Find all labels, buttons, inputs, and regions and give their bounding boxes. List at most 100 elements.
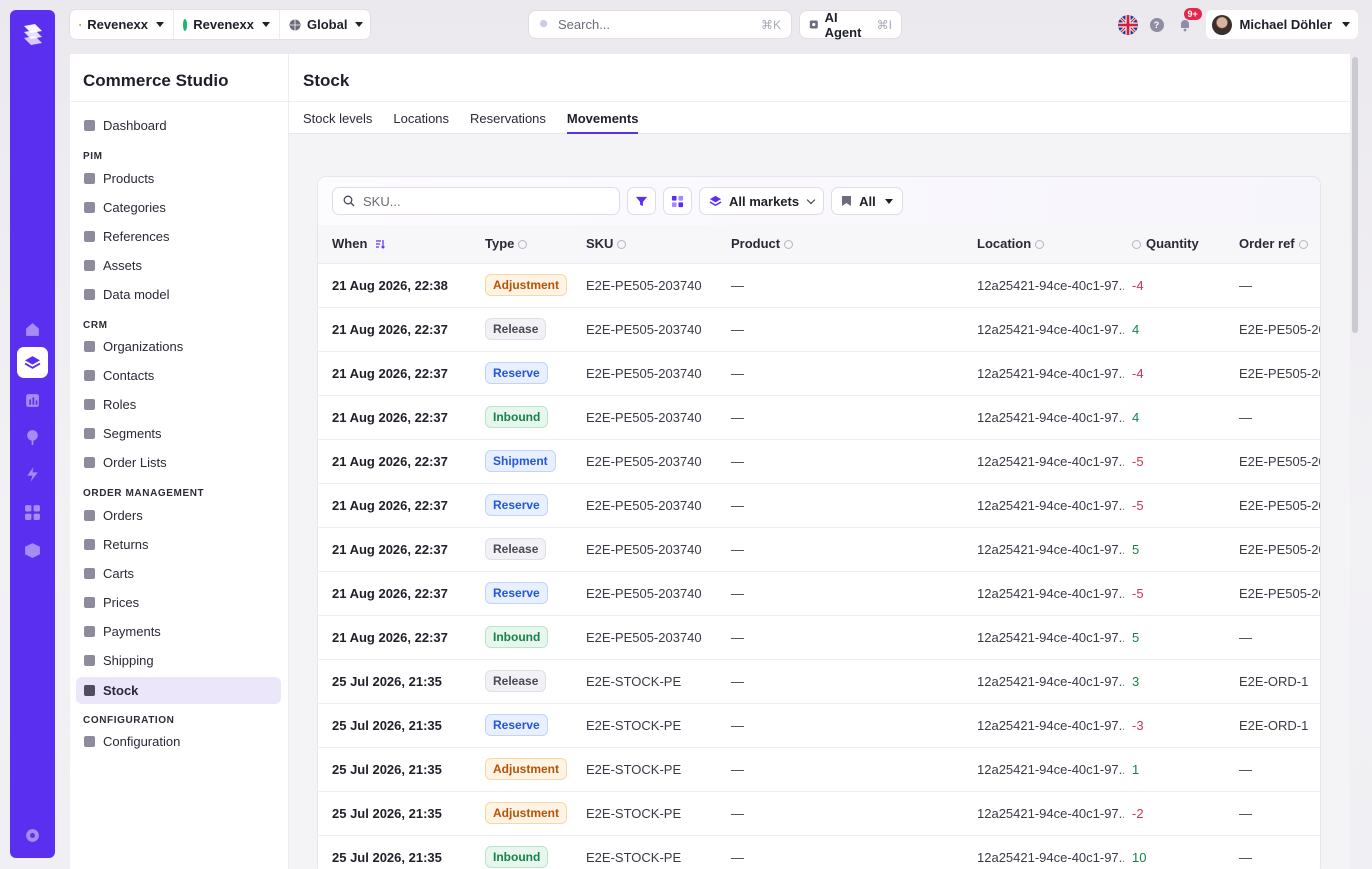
type-badge: Inbound (485, 406, 549, 428)
settings-gear-icon[interactable] (17, 820, 48, 851)
sidebar-item-segments[interactable]: Segments (76, 420, 281, 447)
store-selector[interactable]: Revenexx (174, 10, 280, 39)
sidebar-item-assets[interactable]: Assets (76, 252, 281, 279)
tenant-selector[interactable]: Revenexx (70, 10, 174, 39)
analytics-icon[interactable] (17, 385, 48, 416)
sidebar-item-order-lists[interactable]: Order Lists (76, 449, 281, 476)
package-icon[interactable] (17, 535, 48, 566)
ai-agent-button[interactable]: AI Agent ⌘I (800, 10, 901, 40)
cell-quantity: -5 (1132, 453, 1144, 469)
chevron-down-icon (262, 22, 270, 27)
type-filter-dropdown[interactable]: All (831, 187, 903, 215)
cell-product: — (731, 409, 744, 425)
sidebar-item-dashboard[interactable]: Dashboard (76, 112, 281, 139)
sidebar-item-categories[interactable]: Categories (76, 194, 281, 221)
cell-sku: E2E-STOCK-PE (586, 717, 682, 733)
global-search[interactable]: Search... ⌘K (529, 11, 791, 38)
sidebar-item-stock[interactable]: Stock (76, 677, 281, 704)
sidebar-item-contacts[interactable]: Contacts (76, 362, 281, 389)
table-row[interactable]: 21 Aug 2026, 22:37 Reserve E2E-PE505-203… (318, 483, 1320, 527)
app-logo-icon[interactable] (19, 21, 47, 49)
sidebar-item-label: Prices (103, 595, 140, 610)
column-header-order-ref[interactable]: Order ref (1225, 225, 1320, 264)
table-row[interactable]: 25 Jul 2026, 21:35 Adjustment E2E-STOCK-… (318, 791, 1320, 835)
sidebar-item-label: Organizations (103, 339, 184, 354)
sku-search-field[interactable] (332, 187, 620, 215)
cell-location: 12a25421-94ce-40c1-97... (977, 409, 1124, 425)
tab-movements[interactable]: Movements (566, 102, 639, 134)
sidebar-item-payments[interactable]: Payments (76, 618, 281, 645)
sku-search-input[interactable] (363, 193, 593, 209)
column-header-sku[interactable]: SKU (572, 225, 717, 264)
column-header-product[interactable]: Product (717, 225, 963, 264)
column-header-when[interactable]: When (318, 225, 471, 264)
page-scrollbar[interactable] (1352, 57, 1358, 333)
sort-icon[interactable] (375, 239, 385, 250)
tab-reservations[interactable]: Reservations (470, 102, 546, 134)
cell-type: Adjustment (471, 791, 572, 835)
cell-product: — (731, 541, 744, 557)
help-icon[interactable]: ? (1149, 17, 1164, 32)
table-row[interactable]: 25 Jul 2026, 21:35 Reserve E2E-STOCK-PE … (318, 703, 1320, 747)
cell-product: — (731, 585, 744, 601)
tab-stock-levels[interactable]: Stock levels (303, 102, 372, 134)
cell-sku: E2E-PE505-203740 (586, 497, 702, 513)
table-row[interactable]: 21 Aug 2026, 22:37 Inbound E2E-PE505-203… (318, 615, 1320, 659)
column-header-quantity[interactable]: Quantity (1124, 225, 1225, 264)
table-row[interactable]: 21 Aug 2026, 22:37 Reserve E2E-PE505-203… (318, 351, 1320, 395)
table-row[interactable]: 25 Jul 2026, 21:35 Inbound E2E-STOCK-PE … (318, 835, 1320, 869)
cell-when: 25 Jul 2026, 21:35 (332, 849, 442, 865)
column-label: Quantity (1146, 236, 1199, 251)
sidebar-item-configuration[interactable]: Configuration (76, 728, 281, 755)
bolt-icon[interactable] (17, 459, 48, 490)
sidebar-item-returns[interactable]: Returns (76, 531, 281, 558)
sidebar-item-data-model[interactable]: Data model (76, 281, 281, 308)
region-selector[interactable]: Global (280, 10, 372, 39)
cell-sku: E2E-PE505-203740 (586, 629, 702, 645)
tab-locations[interactable]: Locations (393, 102, 449, 134)
cell-when: 21 Aug 2026, 22:37 (332, 409, 448, 425)
search-shortcut: ⌘K (760, 17, 781, 32)
sidebar-item-shipping[interactable]: Shipping (76, 647, 281, 674)
location-pin-icon[interactable] (17, 422, 48, 453)
table-row[interactable]: 21 Aug 2026, 22:37 Shipment E2E-PE505-20… (318, 439, 1320, 483)
table-row[interactable]: 21 Aug 2026, 22:37 Release E2E-PE505-203… (318, 307, 1320, 351)
info-icon (617, 240, 627, 250)
sidebar-item-carts[interactable]: Carts (76, 560, 281, 587)
market-filter-dropdown[interactable]: All markets (699, 187, 825, 215)
home-icon[interactable] (17, 314, 48, 345)
cell-when: 21 Aug 2026, 22:37 (332, 585, 448, 601)
shield-icon (84, 399, 95, 410)
table-row[interactable]: 21 Aug 2026, 22:37 Reserve E2E-PE505-203… (318, 571, 1320, 615)
sidebar-item-orders[interactable]: Orders (76, 502, 281, 529)
table-row[interactable]: 25 Jul 2026, 21:35 Release E2E-STOCK-PE … (318, 659, 1320, 703)
type-badge: Release (485, 318, 547, 340)
region-label: Global (307, 17, 348, 32)
apps-grid-icon[interactable] (17, 497, 48, 528)
cell-quantity: 4 (1132, 321, 1140, 337)
table-row[interactable]: 21 Aug 2026, 22:37 Release E2E-PE505-203… (318, 527, 1320, 571)
sidebar-item-products[interactable]: Products (76, 165, 281, 192)
sidebar-item-references[interactable]: References (76, 223, 281, 250)
uk-flag-icon[interactable] (1117, 14, 1138, 35)
filter-button[interactable] (627, 187, 656, 215)
user-menu[interactable]: Michael Döhler (1205, 10, 1358, 39)
table-row[interactable]: 21 Aug 2026, 22:38 Adjustment E2E-PE505-… (318, 263, 1320, 307)
table-row[interactable]: 21 Aug 2026, 22:37 Inbound E2E-PE505-203… (318, 395, 1320, 439)
sidebar-item-organizations[interactable]: Organizations (76, 333, 281, 360)
notifications-button[interactable]: 9+ (1176, 7, 1202, 34)
sidebar-item-prices[interactable]: Prices (76, 589, 281, 616)
cell-quantity: -4 (1132, 277, 1144, 293)
movements-table: When Type SKU Product Location Quantity … (318, 225, 1320, 869)
notification-badge: 9+ (1183, 7, 1202, 20)
info-icon (518, 240, 528, 250)
layers-icon[interactable] (17, 347, 48, 378)
section-pim: PIM (83, 151, 103, 162)
sidebar-item-roles[interactable]: Roles (76, 391, 281, 418)
table-row[interactable]: 25 Jul 2026, 21:35 Adjustment E2E-STOCK-… (318, 747, 1320, 791)
column-header-type[interactable]: Type (471, 225, 572, 264)
columns-button[interactable] (663, 187, 692, 215)
column-header-location[interactable]: Location (963, 225, 1124, 264)
cell-when: 21 Aug 2026, 22:37 (332, 321, 448, 337)
cell-type: Inbound (471, 395, 572, 439)
